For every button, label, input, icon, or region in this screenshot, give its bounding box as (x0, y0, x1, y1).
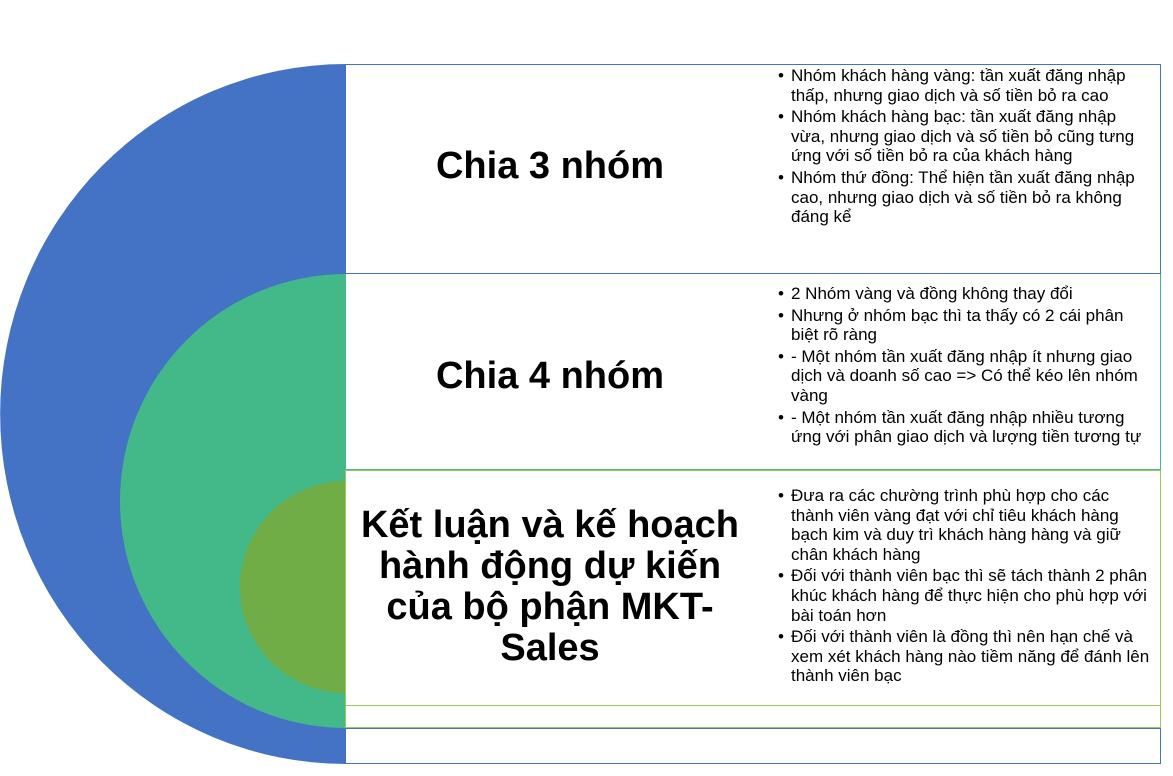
bullet-item: - Một nhóm tần xuất đăng nhập nhiều tươn… (776, 408, 1152, 447)
bullet-item: Đưa ra các chường trình phù hợp cho các … (776, 486, 1152, 564)
panel-footer (345, 728, 1161, 764)
section-1-heading: Chia 3 nhóm (435, 145, 665, 187)
bullet-item: Đối với thành viên bạc thì sẽ tách thành… (776, 566, 1152, 625)
section-2-heading: Chia 4 nhóm (435, 355, 665, 397)
section-3-heading: Kết luận và kế hoạch hành động dự kiến c… (360, 504, 739, 669)
section-1-bullets: Nhóm khách hàng vàng: tần xuất đăng nhập… (776, 66, 1152, 229)
bullet-item: 2 Nhóm vàng và đồng không thay đổi (776, 284, 1152, 304)
bullet-item: - Một nhóm tần xuất đăng nhập ít nhưng g… (776, 347, 1152, 406)
bullet-item: Đối với thành viên là đồng thì nên hạn c… (776, 627, 1152, 686)
section-3-bullets: Đưa ra các chường trình phù hợp cho các … (776, 486, 1152, 688)
section-2-bullets: 2 Nhóm vàng và đồng không thay đổi Nhưng… (776, 284, 1152, 449)
bullet-item: Nhưng ở nhóm bạc thì ta thấy có 2 cái ph… (776, 306, 1152, 345)
panel-spacer (345, 706, 1161, 728)
bullet-item: Nhóm thứ đồng: Thể hiện tần xuất đăng nh… (776, 168, 1152, 227)
bullet-item: Nhóm khách hàng bạc: tần xuất đăng nhập … (776, 107, 1152, 166)
bullet-item: Nhóm khách hàng vàng: tần xuất đăng nhập… (776, 66, 1152, 105)
